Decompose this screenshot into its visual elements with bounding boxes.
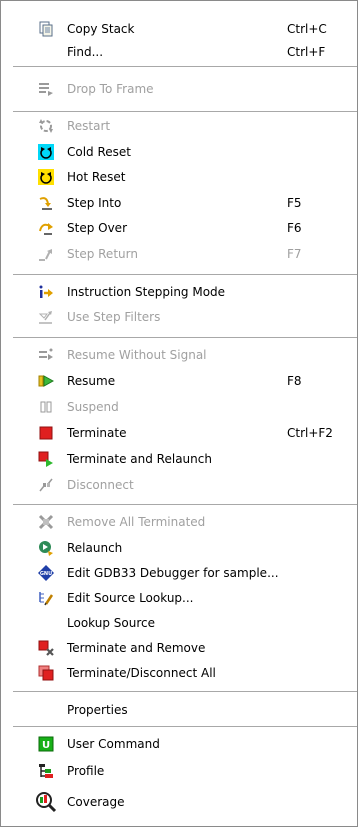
- menu-item-hot-reset[interactable]: Hot Reset: [1, 165, 357, 189]
- menu-item-label: Lookup Source: [67, 616, 155, 630]
- menu-item-label: Use Step Filters: [67, 310, 161, 324]
- menu-item-label: Suspend: [67, 400, 119, 414]
- suspend-icon: [37, 398, 55, 416]
- menu-item-label: Remove All Terminated: [67, 515, 206, 529]
- shortcut-label: F6: [287, 221, 302, 235]
- menu-item-disconnect[interactable]: Disconnect: [1, 473, 357, 497]
- menu-item-label: Instruction Stepping Mode: [67, 285, 226, 299]
- menu-item-label: Relaunch: [67, 541, 123, 555]
- menu-item-label: Copy Stack: [67, 22, 135, 36]
- instruction-stepping-icon: [37, 283, 55, 301]
- menu-item-copy-stack[interactable]: Copy Stack Ctrl+C: [1, 17, 357, 41]
- coverage-icon: [34, 790, 58, 814]
- menu-item-step-return[interactable]: Step Return F7: [1, 242, 357, 266]
- shortcut-label: Ctrl+C: [287, 22, 327, 36]
- menu-item-edit-gdb-debugger[interactable]: GNU Edit GDB33 Debugger for sample...: [1, 561, 357, 585]
- menu-item-find[interactable]: Find... Ctrl+F: [1, 40, 357, 64]
- menu-item-cold-reset[interactable]: Cold Reset: [1, 140, 357, 164]
- gnu-icon: GNU: [37, 564, 55, 582]
- gnu-icon-text: GNU: [40, 571, 52, 577]
- terminate-icon: [37, 424, 55, 442]
- menu-item-label: Terminate/Disconnect All: [67, 666, 216, 680]
- menu-item-terminate-disconnect-all[interactable]: Terminate/Disconnect All: [1, 661, 357, 685]
- menu-separator: [13, 504, 357, 505]
- menu-item-profile[interactable]: Profile: [1, 759, 357, 783]
- terminate-all-icon: [37, 664, 55, 682]
- drop-to-frame-icon: [37, 80, 55, 98]
- menu-item-resume[interactable]: Resume F8: [1, 369, 357, 393]
- step-over-icon: [37, 219, 55, 237]
- disconnect-icon: [37, 476, 55, 494]
- menu-item-label: Profile: [67, 764, 105, 778]
- menu-item-terminate-and-relaunch[interactable]: Terminate and Relaunch: [1, 447, 357, 471]
- context-menu: Copy Stack Ctrl+C Find... Ctrl+F Drop To…: [0, 0, 358, 827]
- menu-item-edit-source-lookup[interactable]: Edit Source Lookup...: [1, 586, 357, 610]
- menu-item-remove-all-terminated[interactable]: Remove All Terminated: [1, 510, 357, 534]
- menu-item-label: Drop To Frame: [67, 82, 154, 96]
- menu-item-coverage[interactable]: Coverage: [1, 785, 357, 819]
- menu-item-label: Cold Reset: [67, 145, 132, 159]
- shortcut-label: Ctrl+F2: [287, 426, 333, 440]
- relaunch-icon: [37, 539, 55, 557]
- menu-item-label: Edit GDB33 Debugger for sample...: [67, 566, 279, 580]
- remove-all-icon: [37, 513, 55, 531]
- menu-item-label: Properties: [67, 703, 128, 717]
- menu-item-step-into[interactable]: Step Into F5: [1, 191, 357, 215]
- menu-item-label: Step Return: [67, 247, 138, 261]
- terminate-remove-icon: [37, 639, 55, 657]
- menu-item-restart[interactable]: Restart: [1, 114, 357, 138]
- menu-item-instruction-stepping-mode[interactable]: Instruction Stepping Mode: [1, 280, 357, 304]
- edit-source-lookup-icon: [37, 589, 55, 607]
- user-command-icon-text: U: [42, 740, 50, 751]
- menu-item-use-step-filters[interactable]: Use Step Filters: [1, 305, 357, 329]
- menu-item-resume-without-signal[interactable]: Resume Without Signal: [1, 343, 357, 367]
- menu-item-label: Find...: [67, 45, 104, 59]
- menu-item-relaunch[interactable]: Relaunch: [1, 536, 357, 560]
- menu-separator: [13, 726, 357, 727]
- menu-item-label: User Command: [67, 737, 160, 751]
- menu-item-label: Terminate and Relaunch: [67, 452, 212, 466]
- menu-item-lookup-source[interactable]: Lookup Source: [1, 611, 357, 635]
- restart-icon: [37, 117, 55, 135]
- terminate-relaunch-icon: [37, 450, 55, 468]
- menu-item-label: Terminate: [67, 426, 127, 440]
- menu-item-properties[interactable]: Properties: [1, 698, 357, 722]
- menu-separator: [13, 337, 357, 338]
- menu-separator: [13, 274, 357, 275]
- menu-separator: [13, 66, 357, 67]
- resume-without-signal-icon: [37, 346, 55, 364]
- menu-item-label: Disconnect: [67, 478, 134, 492]
- menu-item-label: Resume Without Signal: [67, 348, 207, 362]
- shortcut-label: F5: [287, 196, 302, 210]
- menu-item-label: Terminate and Remove: [67, 641, 206, 655]
- menu-item-user-command[interactable]: U User Command: [1, 732, 357, 756]
- shortcut-label: Ctrl+F: [287, 45, 326, 59]
- menu-item-suspend[interactable]: Suspend: [1, 395, 357, 419]
- menu-item-terminate-and-remove[interactable]: Terminate and Remove: [1, 636, 357, 660]
- menu-item-label: Edit Source Lookup...: [67, 591, 194, 605]
- resume-icon: [37, 372, 55, 390]
- menu-item-label: Hot Reset: [67, 170, 126, 184]
- menu-item-drop-to-frame[interactable]: Drop To Frame: [1, 77, 357, 101]
- profile-icon: [37, 762, 55, 780]
- copy-icon: [37, 20, 55, 38]
- cold-reset-icon: [37, 143, 55, 161]
- menu-item-label: Coverage: [67, 795, 125, 809]
- menu-item-label: Restart: [67, 119, 111, 133]
- step-return-icon: [37, 245, 55, 263]
- step-into-icon: [37, 194, 55, 212]
- user-command-icon: U: [37, 735, 55, 753]
- hot-reset-icon: [37, 168, 55, 186]
- shortcut-label: F7: [287, 247, 302, 261]
- menu-separator: [13, 111, 357, 112]
- menu-item-label: Step Over: [67, 221, 127, 235]
- menu-item-terminate[interactable]: Terminate Ctrl+F2: [1, 421, 357, 445]
- menu-item-label: Resume: [67, 374, 116, 388]
- menu-item-label: Step Into: [67, 196, 122, 210]
- menu-item-step-over[interactable]: Step Over F6: [1, 216, 357, 240]
- menu-separator: [13, 691, 357, 692]
- step-filters-icon: [37, 308, 55, 326]
- shortcut-label: F8: [287, 374, 302, 388]
